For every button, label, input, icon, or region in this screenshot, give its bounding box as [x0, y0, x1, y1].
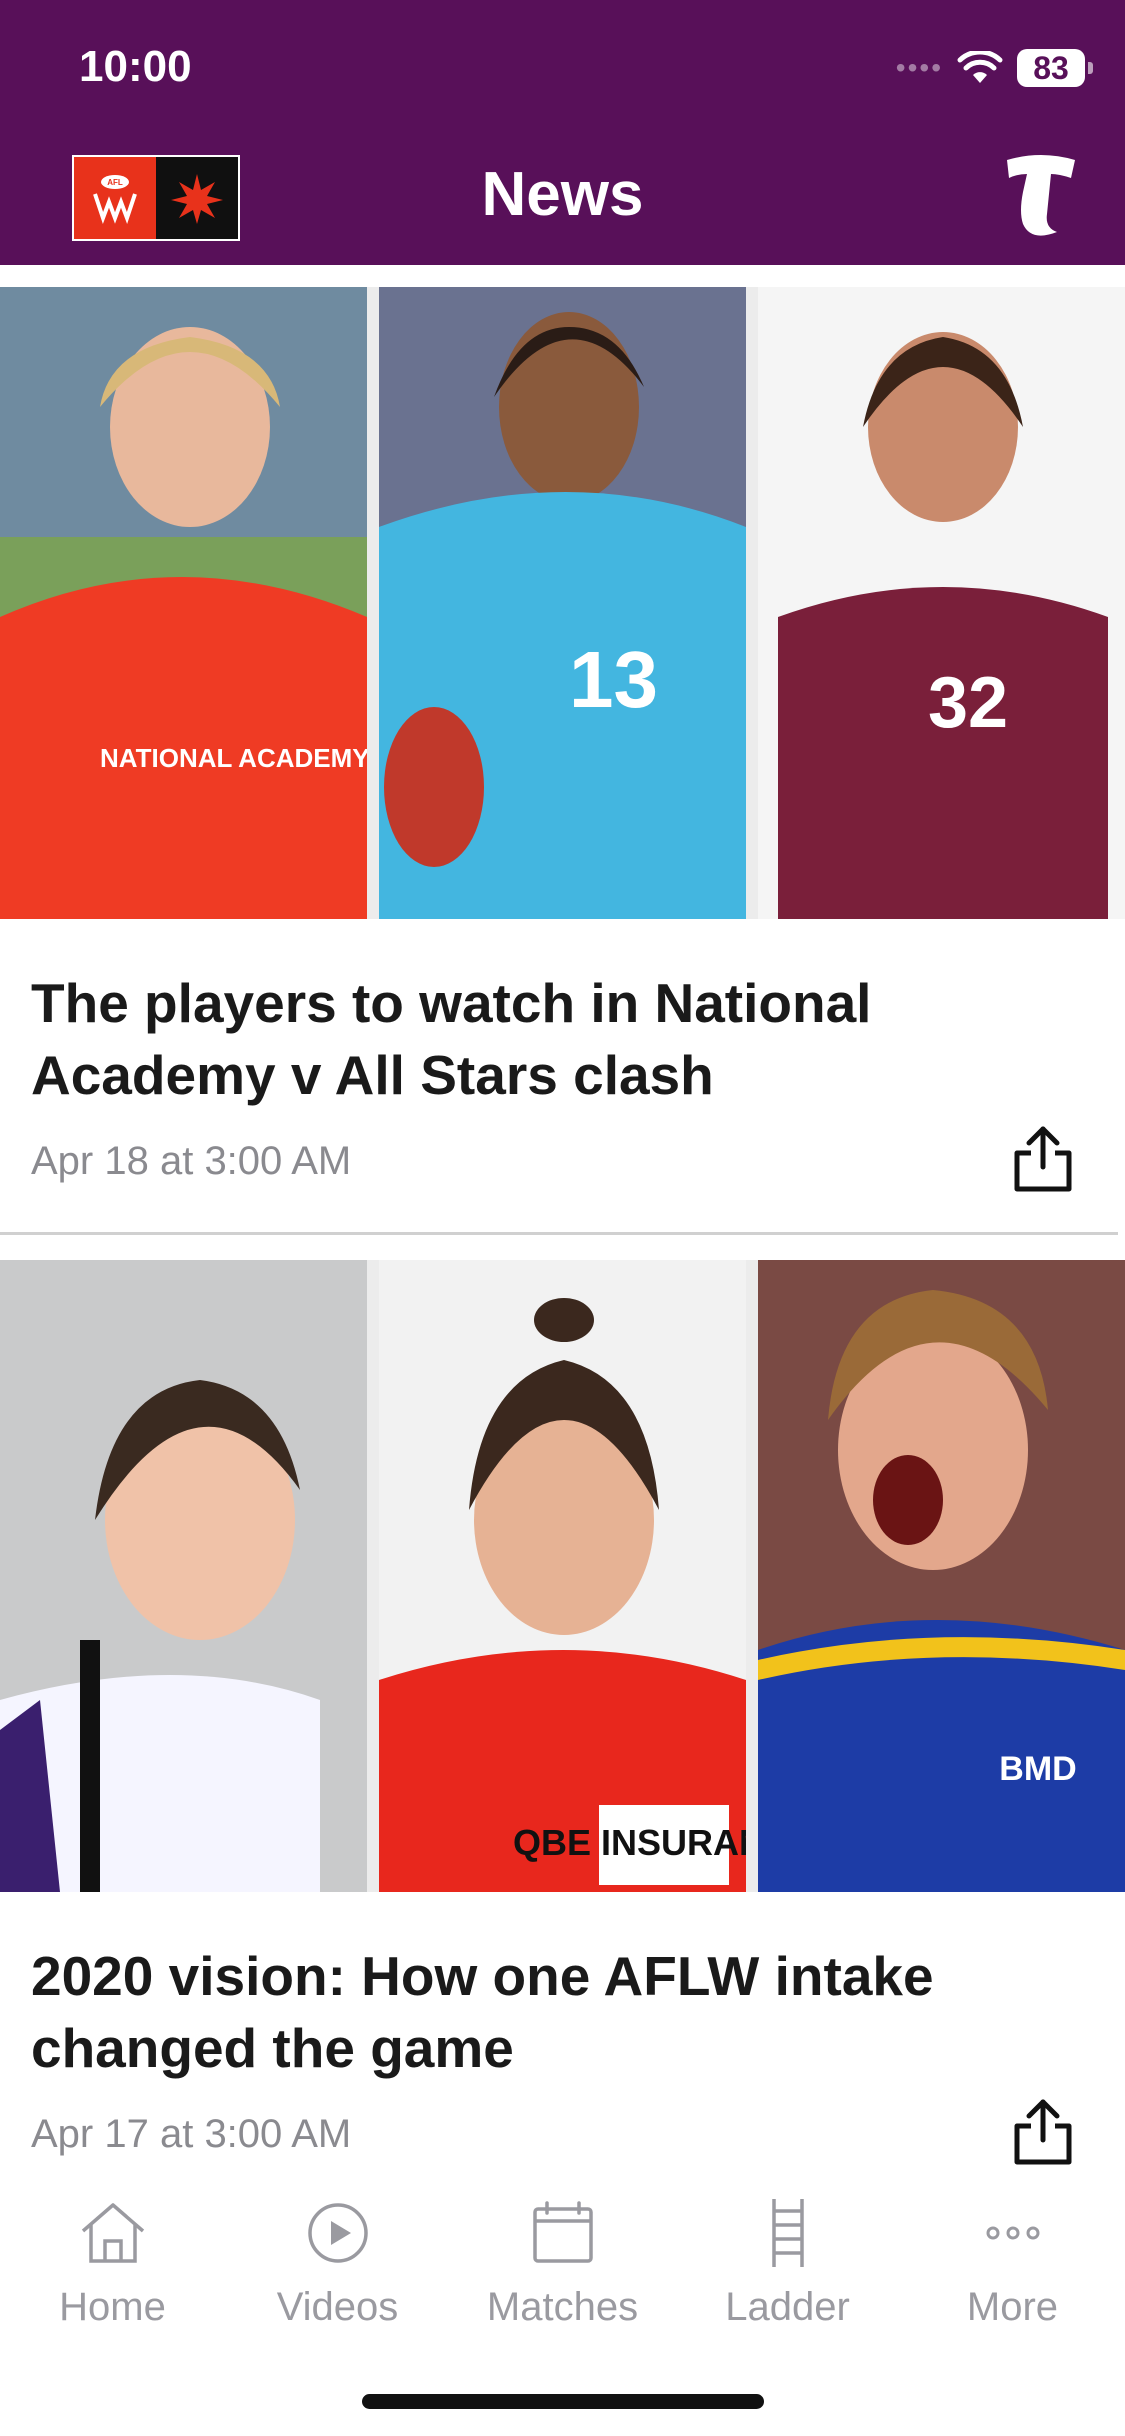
play-icon	[307, 2203, 368, 2263]
status-time: 10:00	[79, 42, 192, 91]
telstra-icon[interactable]	[1001, 152, 1081, 240]
share-icon[interactable]	[1011, 2096, 1075, 2168]
home-indicator[interactable]	[362, 2394, 764, 2409]
article-headline[interactable]: 2020 vision: How one AFLW intake changed…	[31, 1940, 1011, 2084]
page-title: News	[481, 160, 644, 229]
share-icon[interactable]	[1011, 1123, 1075, 1195]
top-bar: 10:00 •••• 83 AFL News	[0, 0, 1125, 265]
player-photo: 32	[758, 287, 1125, 919]
tab-ladder[interactable]: Ladder	[675, 2197, 900, 2330]
tab-label: Videos	[276, 2285, 399, 2329]
tab-matches[interactable]: Matches	[450, 2197, 675, 2330]
player-photo: NATIONAL ACADEMY	[0, 287, 367, 919]
article-image[interactable]: NATIONAL ACADEMY 13 32	[0, 287, 1125, 919]
sponsor-text: QBE INSURANCE	[513, 1822, 746, 1863]
tab-videos[interactable]: Videos	[225, 2197, 450, 2330]
tab-label: Ladder	[725, 2285, 850, 2329]
article-date: Apr 17 at 3:00 AM	[31, 2112, 352, 2156]
more-icon	[986, 2226, 1039, 2240]
ladder-icon	[771, 2199, 804, 2267]
article-date: Apr 18 at 3:00 AM	[31, 1139, 352, 1183]
calendar-icon	[532, 2201, 593, 2263]
tab-label: Home	[59, 2285, 166, 2329]
tab-more[interactable]: More	[900, 2197, 1125, 2330]
jersey-number: 32	[928, 663, 1008, 743]
article-card[interactable]: NATIONAL ACADEMY 13 32 The players to wa…	[0, 287, 1125, 1237]
player-photo: QBE INSURANCE	[379, 1260, 746, 1892]
status-indicators: •••• 83	[895, 45, 1093, 91]
tab-home[interactable]: Home	[0, 2197, 225, 2330]
divider	[0, 1232, 1118, 1235]
player-photo	[0, 1260, 367, 1892]
article-card[interactable]: QBE INSURANCE BMD 2020 vision: How one A…	[0, 1260, 1125, 2180]
jersey-number: 13	[569, 635, 658, 724]
home-icon	[81, 2203, 144, 2263]
battery-indicator: 83	[1017, 49, 1093, 87]
player-photo: BMD	[758, 1260, 1125, 1892]
jersey-text: NATIONAL ACADEMY	[100, 743, 367, 773]
article-headline[interactable]: The players to watch in National Academy…	[31, 967, 1011, 1111]
player-photo: 13	[379, 287, 746, 919]
wifi-icon	[957, 51, 1003, 83]
cellular-signal-icon: ••••	[895, 52, 943, 83]
article-image[interactable]: QBE INSURANCE BMD	[0, 1260, 1125, 1892]
tab-label: Matches	[486, 2285, 639, 2329]
tab-label: More	[966, 2285, 1059, 2329]
sponsor-text: BMD	[999, 1750, 1076, 1788]
